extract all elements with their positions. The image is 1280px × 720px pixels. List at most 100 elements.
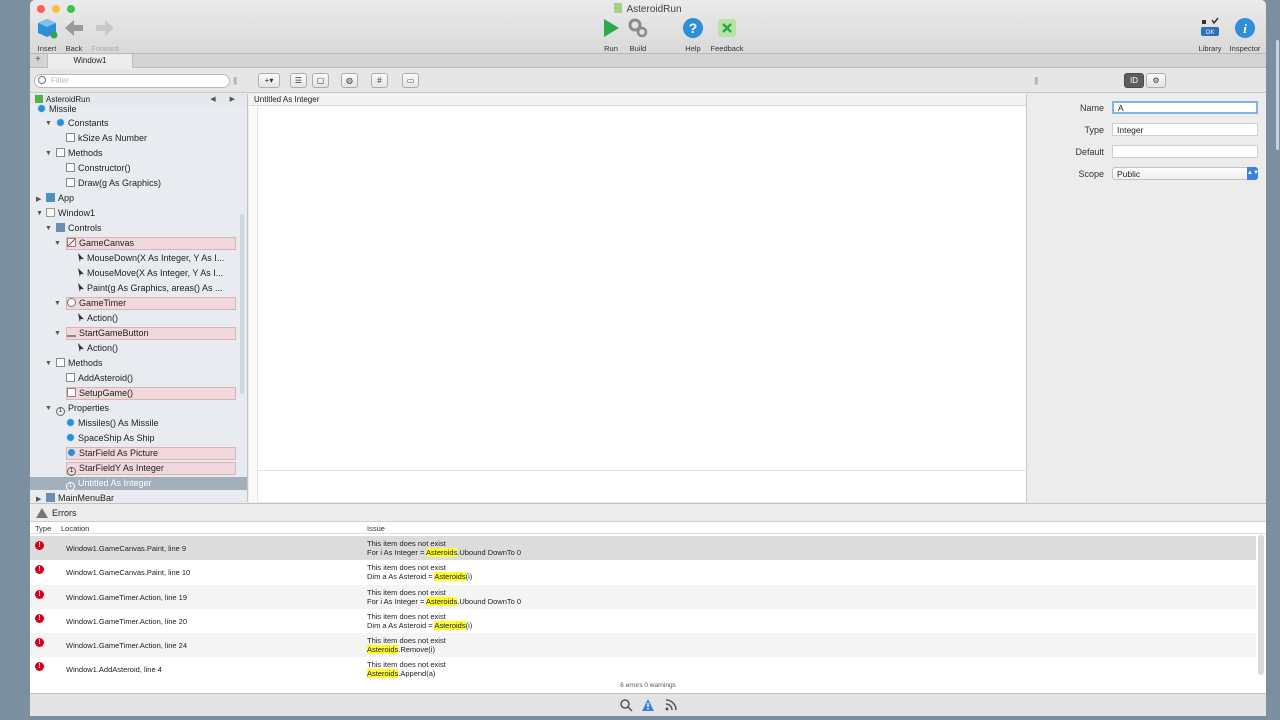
column-issue[interactable]: Issue	[367, 524, 385, 533]
tree-item-paint[interactable]: Paint(g As Graphics, areas() As ...	[78, 282, 223, 295]
error-row[interactable]: ! Window1.GameCanvas.Paint, line 10 This…	[30, 560, 1256, 584]
property-icon	[67, 448, 76, 457]
editor-divider	[258, 470, 1027, 471]
project-navigator: AsteroidRun ◀ ▶ Missile ▼ Constants kSiz…	[30, 94, 248, 502]
main-toolbar: AsteroidRun Insert Back Forward Run Buil…	[30, 0, 1266, 54]
feed-icon[interactable]	[664, 698, 678, 712]
error-row[interactable]: ! Window1.GameCanvas.Paint, line 9 This …	[30, 536, 1256, 560]
tree-item-missiles[interactable]: Missiles() As Missile	[66, 417, 159, 430]
error-icon: !	[35, 590, 44, 599]
tree-item-mousemove[interactable]: MouseMove(X As Integer, Y As I...	[78, 267, 223, 280]
grid-button[interactable]: #	[371, 73, 388, 88]
method-icon	[67, 388, 76, 397]
tree-item-methods[interactable]: Methods	[56, 147, 103, 160]
image-button[interactable]: ▭	[402, 73, 419, 88]
name-field[interactable]: A	[1112, 101, 1258, 114]
errors-scrollbar[interactable]	[1258, 535, 1264, 675]
desktop-edge	[1266, 0, 1280, 720]
error-icon: !	[35, 638, 44, 647]
method-icon	[66, 178, 75, 187]
new-tab-button[interactable]: +	[35, 54, 41, 65]
timer-icon	[67, 298, 76, 307]
error-icon: !	[35, 614, 44, 623]
name-row: Name A	[1028, 101, 1266, 115]
tree-item-draw[interactable]: Draw(g As Graphics)	[66, 177, 161, 190]
filter-input[interactable]: Filter	[34, 74, 230, 88]
tree-item-app[interactable]: App	[46, 192, 74, 205]
splitter-grip-icon[interactable]: |||	[1034, 76, 1038, 85]
tree-item-missile[interactable]: Missile	[37, 103, 77, 116]
tree-item-untitled-selected[interactable]: 1 Untitled As Integer	[30, 477, 247, 491]
tree-item-mainmenubar[interactable]: MainMenuBar	[46, 492, 114, 502]
tree-item-constants[interactable]: Constants	[56, 117, 109, 130]
scope-select[interactable]: Public ▲▼	[1112, 167, 1259, 180]
tab-window1[interactable]: Window1	[47, 54, 133, 68]
property-icon	[66, 433, 75, 442]
inspector-id-tab[interactable]: ID	[1124, 73, 1144, 88]
list-view-button[interactable]: ☰	[290, 73, 307, 88]
constant-icon	[66, 133, 75, 142]
code-view-button[interactable]: ▢	[312, 73, 329, 88]
help-icon: ?	[683, 18, 703, 38]
tree-item-gametimer[interactable]: GameTimer	[66, 297, 236, 310]
inspector-button[interactable]: i Inspector	[1225, 17, 1265, 54]
inspector-settings-tab[interactable]: ⚙	[1146, 73, 1166, 88]
error-icon: !	[35, 541, 44, 550]
error-row[interactable]: ! Window1.GameTimer.Action, line 24 This…	[30, 633, 1256, 657]
tree-item-controls[interactable]: Controls	[56, 222, 102, 235]
tree-item-ksize[interactable]: kSize As Number	[66, 132, 147, 145]
column-location[interactable]: Location	[61, 524, 89, 533]
feedback-button[interactable]: Feedback	[707, 17, 747, 54]
tree-item-mousedown[interactable]: MouseDown(X As Integer, Y As I...	[78, 252, 224, 265]
editor-header: Untitled As Integer	[249, 94, 1026, 106]
type-field[interactable]: Integer	[1112, 123, 1258, 136]
project-icon	[614, 3, 623, 13]
navigator-scrollbar[interactable]	[240, 214, 244, 394]
build-button[interactable]: Build	[618, 17, 658, 54]
svg-text:?: ?	[689, 20, 698, 36]
tree-item-constructor[interactable]: Constructor()	[66, 162, 131, 175]
library-button[interactable]: OK Library	[1190, 17, 1230, 54]
property-icon: 1	[66, 482, 75, 491]
desktop-scrollbar	[1276, 40, 1279, 150]
tree-item-starfield[interactable]: StarField As Picture	[66, 447, 236, 460]
tree-item-startgamebutton[interactable]: StartGameButton	[66, 327, 236, 340]
tree-item-gamecanvas[interactable]: GameCanvas	[66, 237, 236, 250]
tree-item-window1[interactable]: Window1	[46, 207, 95, 220]
default-row: Default	[1028, 145, 1266, 159]
bottom-bar	[30, 693, 1266, 716]
chevron-updown-icon: ▲▼	[1247, 167, 1259, 180]
method-icon	[66, 373, 75, 382]
tree-item-timer-action[interactable]: Action()	[78, 312, 118, 325]
add-item-button[interactable]: +▾	[258, 73, 280, 88]
tree-item-spaceship[interactable]: SpaceShip As Ship	[66, 432, 155, 445]
tree-item-starfieldy[interactable]: 1 StarFieldY As Integer	[66, 462, 236, 476]
navigator-arrows[interactable]: ◀ ▶	[210, 94, 241, 106]
back-arrow-icon	[65, 20, 83, 36]
error-icon: !	[35, 662, 44, 671]
tree-item-button-action[interactable]: Action()	[78, 342, 118, 355]
project-icon	[35, 95, 43, 103]
search-icon[interactable]	[619, 698, 633, 712]
warning-icon[interactable]	[641, 698, 655, 712]
error-row[interactable]: ! Window1.GameTimer.Action, line 20 This…	[30, 609, 1256, 633]
default-field[interactable]	[1112, 145, 1258, 158]
tree-item-addasteroid[interactable]: AddAsteroid()	[66, 372, 133, 385]
error-summary: 6 errors 0 warnings	[620, 682, 676, 689]
event-cursor-icon	[78, 253, 84, 262]
tree-item-setupgame[interactable]: SetupGame()	[66, 387, 236, 400]
splitter-grip-icon[interactable]: |||	[233, 76, 237, 85]
library-icon: OK	[1201, 17, 1219, 36]
comment-button[interactable]: ◍	[341, 73, 358, 88]
column-type[interactable]: Type	[35, 524, 51, 533]
feedback-icon	[718, 19, 736, 37]
error-row[interactable]: ! Window1.GameTimer.Action, line 19 This…	[30, 585, 1256, 609]
error-row[interactable]: ! Window1.AddAsteroid, line 4 This item …	[30, 657, 1256, 681]
code-editor: Untitled As Integer	[249, 94, 1027, 502]
tree-item-properties[interactable]: 1 Properties	[56, 402, 109, 416]
error-icon: !	[35, 565, 44, 574]
tree-item-window-methods[interactable]: Methods	[56, 357, 103, 370]
forward-button[interactable]: Forward	[85, 17, 125, 54]
canvas-icon	[67, 238, 76, 247]
svg-text:OK: OK	[1206, 30, 1215, 36]
